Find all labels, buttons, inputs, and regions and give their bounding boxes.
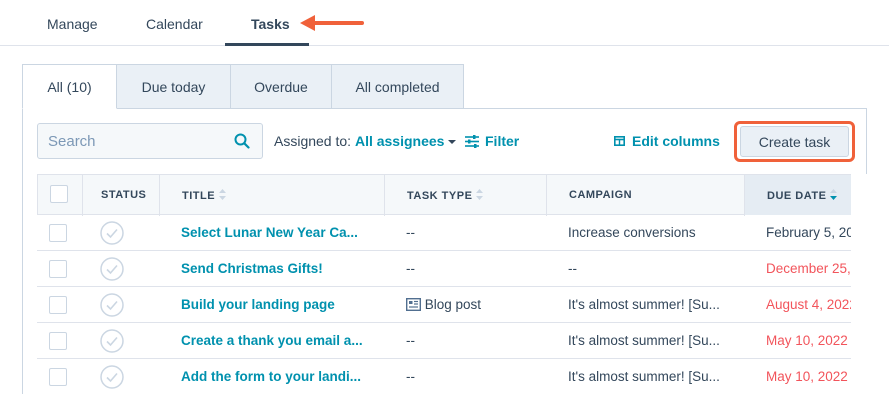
sliders-icon — [465, 134, 479, 148]
task-due-date-overdue: August 4, 2022 — [766, 297, 857, 312]
task-title-link[interactable]: Build your landing page — [181, 297, 335, 312]
task-type: -- — [406, 225, 415, 240]
row-checkbox[interactable] — [49, 260, 67, 278]
task-type-label: Blog post — [424, 297, 482, 312]
tab-all-completed[interactable]: All completed — [332, 64, 464, 109]
task-title-link[interactable]: Create a thank you email a... — [181, 333, 363, 348]
task-type: -- — [406, 261, 415, 276]
nav-tab-calendar[interactable]: Calendar — [146, 16, 203, 32]
table-row: Add the form to your landi... -- It's al… — [37, 359, 851, 394]
search-input[interactable] — [38, 124, 228, 158]
edit-columns-label: Edit columns — [632, 133, 720, 149]
task-campaign: It's almost summer! [Su... — [568, 333, 720, 348]
table-row: Build your landing page Blog post It's a… — [37, 287, 857, 323]
complete-task-icon[interactable] — [100, 329, 124, 353]
nav-tab-tasks[interactable]: Tasks — [251, 16, 290, 32]
task-type: -- — [406, 333, 415, 348]
task-due-date-overdue: December 25, — [766, 261, 851, 276]
search-box — [37, 123, 263, 159]
header-status[interactable]: STATUS — [101, 189, 146, 201]
task-type: Blog post — [405, 297, 482, 312]
top-navigation: Manage Calendar Tasks — [0, 0, 889, 46]
task-due-date-overdue: May 10, 2022 — [766, 369, 848, 384]
table-row: Select Lunar New Year Ca... -- Increase … — [37, 215, 854, 251]
table-row: Send Christmas Gifts! -- -- December 25, — [37, 251, 851, 287]
task-due-date-overdue: May 10, 2022 — [766, 333, 848, 348]
task-title-link[interactable]: Add the form to your landi... — [181, 369, 361, 384]
complete-task-icon[interactable] — [100, 293, 124, 317]
tab-due-today[interactable]: Due today — [117, 64, 231, 109]
row-checkbox[interactable] — [49, 296, 67, 314]
column-divider — [159, 175, 160, 216]
header-campaign[interactable]: CAMPAIGN — [569, 189, 632, 201]
sort-icon — [219, 189, 227, 200]
filter-label: Filter — [485, 133, 520, 149]
tab-all-label: All (10) — [47, 78, 92, 95]
task-title-link[interactable]: Select Lunar New Year Ca... — [181, 225, 358, 240]
select-all-checkbox[interactable] — [50, 185, 68, 203]
task-campaign: -- — [568, 261, 577, 276]
columns-icon — [614, 136, 625, 146]
header-due-date[interactable]: DUE DATE — [767, 189, 838, 202]
header-task-type[interactable]: TASK TYPE — [407, 189, 484, 202]
active-tab-indicator — [225, 43, 309, 46]
header-task-type-label: TASK TYPE — [407, 190, 473, 202]
column-divider — [546, 175, 547, 216]
edit-columns-button[interactable]: Edit columns — [614, 133, 720, 149]
task-campaign: It's almost summer! [Su... — [568, 369, 720, 384]
complete-task-icon[interactable] — [100, 221, 124, 245]
column-divider — [744, 175, 745, 216]
task-due-date: February 5, 20 — [766, 225, 854, 240]
filter-button[interactable]: Filter — [465, 133, 519, 149]
nav-tab-manage[interactable]: Manage — [47, 16, 98, 32]
task-campaign: It's almost summer! [Su... — [568, 297, 720, 312]
complete-task-icon[interactable] — [100, 365, 124, 389]
table-header: STATUS TITLE TASK TYPE CAMPAIGN DUE DATE — [37, 174, 852, 216]
task-title-link[interactable]: Send Christmas Gifts! — [181, 261, 323, 276]
table-clip-edge — [851, 174, 889, 394]
search-icon[interactable] — [234, 133, 250, 149]
task-campaign: Increase conversions — [568, 225, 696, 240]
complete-task-icon[interactable] — [100, 257, 124, 281]
header-title[interactable]: TITLE — [182, 189, 227, 202]
tab-overdue-label: Overdue — [254, 78, 308, 95]
annotation-arrow-icon — [300, 15, 364, 31]
tab-due-today-label: Due today — [141, 78, 206, 95]
sort-descending-icon — [830, 189, 838, 200]
assigned-label: Assigned to: — [274, 133, 352, 149]
tab-all-completed-label: All completed — [355, 78, 440, 95]
caret-down-icon[interactable] — [448, 140, 457, 145]
column-divider — [384, 175, 385, 216]
row-checkbox[interactable] — [49, 224, 67, 242]
blog-post-icon — [405, 297, 422, 312]
column-divider — [82, 175, 83, 216]
row-checkbox[interactable] — [49, 368, 67, 386]
task-view-tabs: All (10) Due today Overdue All completed — [22, 64, 464, 109]
task-type: -- — [406, 369, 415, 384]
header-title-label: TITLE — [182, 190, 216, 202]
assignee-filter: Assigned to: All assignees — [274, 133, 457, 149]
header-due-date-label: DUE DATE — [767, 190, 827, 202]
assignee-dropdown[interactable]: All assignees — [355, 133, 445, 149]
row-checkbox[interactable] — [49, 332, 67, 350]
create-task-button[interactable]: Create task — [740, 126, 849, 157]
sort-icon — [476, 189, 484, 200]
tab-overdue[interactable]: Overdue — [231, 64, 332, 109]
tab-all[interactable]: All (10) — [22, 64, 117, 109]
table-row: Create a thank you email a... -- It's al… — [37, 323, 851, 359]
